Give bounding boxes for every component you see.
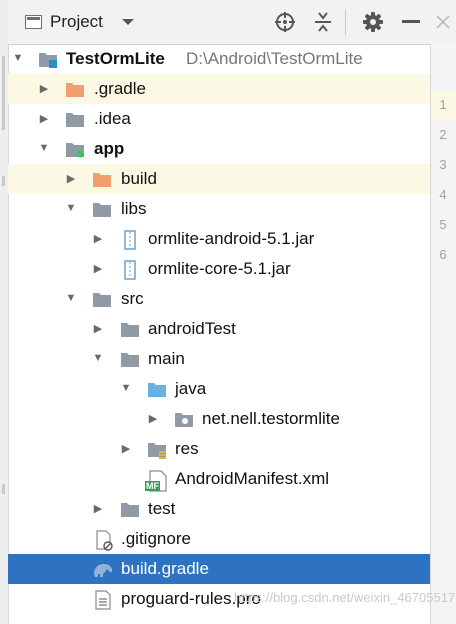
tree-item-label: .gradle xyxy=(94,79,146,98)
expanded-arrow-icon[interactable]: ▼ xyxy=(65,202,77,214)
gradle-icon xyxy=(92,560,113,578)
line-number: 6 xyxy=(439,247,447,262)
tree-row-test-dir[interactable]: ▶ test xyxy=(8,494,430,524)
scroll-marker xyxy=(2,56,5,130)
expanded-arrow-icon[interactable]: ▼ xyxy=(120,382,132,394)
tree-row-build-dir[interactable]: ▶ build xyxy=(8,164,430,194)
collapsed-arrow-icon[interactable]: ▶ xyxy=(147,412,159,425)
resources-folder-icon xyxy=(147,440,167,459)
tree-item-label: src xyxy=(121,289,144,308)
collapse-all-icon[interactable] xyxy=(310,0,336,44)
root-project-name: TestOrmLite xyxy=(66,49,165,68)
settings-icon[interactable] xyxy=(360,0,386,44)
source-folder-icon xyxy=(147,380,167,398)
tree-row-manifest[interactable]: MF AndroidManifest.xml xyxy=(8,464,430,494)
tree-row-java-dir[interactable]: ▼ java xyxy=(8,374,430,404)
folder-icon xyxy=(92,200,112,218)
tree-row-app-module[interactable]: ▼ app xyxy=(8,134,430,164)
dropdown-icon[interactable] xyxy=(118,0,138,44)
tree-item-label: .gitignore xyxy=(121,529,191,548)
tree-item-label: test xyxy=(148,499,176,518)
line-number: 3 xyxy=(439,157,447,172)
expanded-arrow-icon[interactable]: ▼ xyxy=(65,292,77,304)
root-project-path: D:\Android\TestOrmLite xyxy=(186,49,363,68)
tree-row-jar[interactable]: ▶ ormlite-android-5.1.jar xyxy=(8,224,430,254)
tree-item-label: .idea xyxy=(94,109,131,128)
tree-item-label: app xyxy=(94,139,125,158)
tree-item-label: androidTest xyxy=(148,319,236,338)
tree-row-root[interactable]: ▼ TestOrmLite D:\Android\TestOrmLite xyxy=(8,44,430,74)
tree-row-android-test-dir[interactable]: ▶ androidTest xyxy=(8,314,430,344)
tree-item-label: build xyxy=(121,169,157,188)
tree-row-jar[interactable]: ▶ ormlite-core-5.1.jar xyxy=(8,254,430,284)
minimize-icon[interactable] xyxy=(398,0,424,44)
project-tree: ▼ TestOrmLite D:\Android\TestOrmLite ▶ .… xyxy=(8,44,430,624)
collapsed-arrow-icon[interactable]: ▶ xyxy=(92,322,104,335)
tree-row-idea-dir[interactable]: ▶ .idea xyxy=(8,104,430,134)
project-view-icon[interactable] xyxy=(22,0,44,44)
folder-icon xyxy=(120,350,140,368)
tree-item-label: build.gradle xyxy=(121,559,209,578)
folder-icon xyxy=(120,320,140,338)
text-file-icon xyxy=(94,590,114,610)
line-number: 4 xyxy=(439,187,447,202)
collapsed-arrow-icon[interactable]: ▶ xyxy=(92,262,104,275)
folder-icon xyxy=(92,290,112,308)
line-number: 1 xyxy=(439,97,447,112)
expanded-arrow-icon[interactable]: ▼ xyxy=(12,52,24,64)
folder-icon xyxy=(65,110,85,128)
android-module-icon xyxy=(65,140,85,158)
expanded-arrow-icon[interactable]: ▼ xyxy=(38,142,50,154)
excluded-folder-icon xyxy=(92,170,112,188)
tree-item-label: libs xyxy=(121,199,147,218)
collapsed-arrow-icon[interactable]: ▶ xyxy=(92,502,104,515)
tree-item-label: main xyxy=(148,349,185,368)
tree-row-libs-dir[interactable]: ▼ libs xyxy=(8,194,430,224)
editor-gutter: 1 2 3 4 5 6 xyxy=(430,44,456,624)
line-number: 2 xyxy=(439,127,447,142)
excluded-folder-icon xyxy=(65,80,85,98)
jar-icon xyxy=(120,230,140,250)
jar-icon xyxy=(120,260,140,280)
tree-row-gitignore[interactable]: .gitignore xyxy=(8,524,430,554)
view-selector[interactable]: Project xyxy=(50,0,112,44)
watermark-text: https://blog.csdn.net/weixin_46705517 xyxy=(234,590,456,605)
module-folder-icon xyxy=(38,50,58,68)
tree-item-label: net.nell.testormlite xyxy=(202,409,340,428)
package-icon xyxy=(174,410,194,428)
tree-item-label: java xyxy=(175,379,207,398)
close-icon[interactable] xyxy=(430,0,456,44)
collapsed-arrow-icon[interactable]: ▶ xyxy=(38,82,50,95)
collapsed-arrow-icon[interactable]: ▶ xyxy=(92,232,104,245)
tree-row-src-dir[interactable]: ▼ src xyxy=(8,284,430,314)
tree-row-package[interactable]: ▶ net.nell.testormlite xyxy=(8,404,430,434)
expanded-arrow-icon[interactable]: ▼ xyxy=(92,352,104,364)
tree-row-build-gradle[interactable]: build.gradle xyxy=(8,554,430,584)
tree-row-res-dir[interactable]: ▶ res xyxy=(8,434,430,464)
ignore-file-icon xyxy=(94,530,114,551)
tree-row-main-dir[interactable]: ▼ main xyxy=(8,344,430,374)
tree-item-label: AndroidManifest.xml xyxy=(175,469,330,488)
view-label: Project xyxy=(50,12,103,31)
collapsed-arrow-icon[interactable]: ▶ xyxy=(65,172,77,185)
scroll-marker xyxy=(2,176,5,186)
tree-item-label: res xyxy=(175,439,199,458)
manifest-badge: MF xyxy=(145,481,160,491)
manifest-file-icon: MF xyxy=(145,470,167,492)
tree-item-label: ormlite-core-5.1.jar xyxy=(148,259,291,278)
scroll-marker xyxy=(2,484,5,494)
tree-row-gradle-dir[interactable]: ▶ .gradle xyxy=(8,74,430,104)
collapsed-arrow-icon[interactable]: ▶ xyxy=(120,442,132,455)
toolbar-separator xyxy=(345,9,346,35)
collapsed-arrow-icon[interactable]: ▶ xyxy=(38,112,50,125)
folder-icon xyxy=(120,500,140,518)
project-toolbar: Project xyxy=(8,0,430,45)
locate-icon[interactable] xyxy=(272,0,298,44)
line-number: 5 xyxy=(439,217,447,232)
tree-item-label: ormlite-android-5.1.jar xyxy=(148,229,315,248)
